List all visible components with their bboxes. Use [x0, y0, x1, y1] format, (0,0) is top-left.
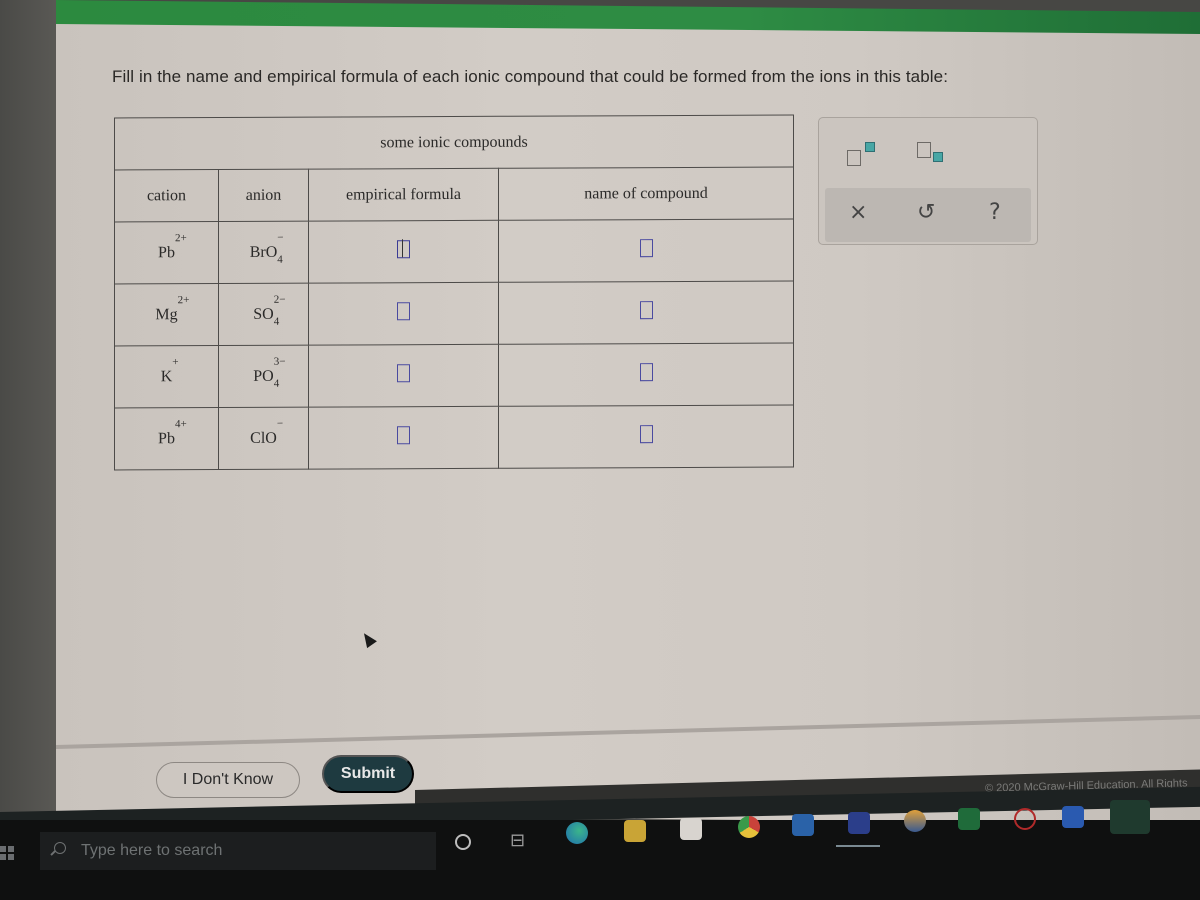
- anion-ion: BrO −4: [249, 231, 284, 266]
- search-icon: [54, 842, 66, 854]
- compound-name-input[interactable]: [639, 301, 653, 320]
- empirical-formula-input[interactable]: [397, 426, 410, 445]
- ionic-compounds-table: some ionic compounds cation anion empiri…: [114, 115, 794, 471]
- anion-cell: BrO −4: [218, 221, 309, 284]
- anion-ion: PO 3− 4: [253, 355, 286, 390]
- empirical-formula-input[interactable]: [397, 302, 410, 321]
- compound-name-cell: [498, 281, 794, 345]
- compound-name-input[interactable]: [639, 425, 653, 444]
- empirical-formula-input[interactable]: [397, 240, 410, 259]
- cation-ion: K +: [160, 355, 179, 385]
- dont-know-button[interactable]: I Don't Know: [156, 762, 300, 798]
- anion-cell: SO 2− 4: [218, 283, 309, 346]
- empirical-formula-cell: [308, 220, 499, 284]
- question-instruction: Fill in the name and empirical formula o…: [112, 67, 949, 86]
- cation-ion: Pb 2+: [158, 231, 187, 261]
- red-app-icon[interactable]: [1014, 808, 1036, 830]
- cortana-icon[interactable]: [455, 834, 471, 850]
- cation-ion: Mg 2+: [155, 293, 190, 323]
- help-icon[interactable]: ?: [989, 200, 1001, 225]
- math-toolbox: × ↺ ?: [818, 117, 1038, 245]
- header-cation: cation: [114, 169, 219, 222]
- clear-icon[interactable]: ×: [849, 200, 867, 225]
- anion-ion: ClO −: [250, 417, 284, 447]
- anion-cell: PO 3− 4: [218, 345, 309, 408]
- subscript-icon: [933, 152, 943, 162]
- subscript-base-icon: [917, 142, 931, 158]
- empirical-formula-cell: [308, 344, 499, 408]
- cation-cell: Pb 2+: [114, 221, 219, 284]
- word-active-indicator: [836, 845, 880, 847]
- superscript-button[interactable]: [845, 140, 879, 168]
- compound-name-input[interactable]: [639, 239, 653, 258]
- taskbar-search-input[interactable]: Type here to search: [81, 842, 222, 860]
- app-icon[interactable]: [904, 810, 926, 832]
- anion-cell: ClO −: [218, 407, 309, 470]
- compound-name-cell: [498, 219, 794, 283]
- header-name-of-compound: name of compound: [498, 167, 794, 221]
- cation-cell: Mg 2+: [114, 283, 219, 346]
- store-icon[interactable]: [680, 818, 702, 840]
- anion-ion: SO 2− 4: [253, 293, 286, 328]
- cation-cell: K +: [114, 345, 219, 408]
- submit-button[interactable]: Submit: [322, 755, 414, 793]
- table-row: K + PO 3− 4: [114, 343, 794, 408]
- table-row: Pb 4+ ClO −: [114, 405, 794, 470]
- superscript-base-icon: [847, 150, 861, 166]
- subscript-button[interactable]: [915, 140, 949, 168]
- screen: Fill in the name and empirical formula o…: [0, 0, 1200, 900]
- compound-name-input[interactable]: [639, 363, 653, 382]
- empirical-formula-cell: [308, 406, 499, 470]
- cation-ion: Pb 4+: [158, 417, 187, 447]
- table-title: some ionic compounds: [114, 115, 794, 170]
- table-row: Pb 2+ BrO −4: [114, 219, 794, 284]
- task-view-icon[interactable]: ⊟: [510, 830, 525, 851]
- superscript-icon: [865, 142, 875, 152]
- word-icon[interactable]: [848, 812, 870, 834]
- chrome-active-icon[interactable]: [1110, 800, 1150, 834]
- screen-edge: [0, 0, 58, 830]
- edge-icon[interactable]: [566, 822, 588, 844]
- excel-icon[interactable]: [958, 808, 980, 830]
- file-explorer-icon[interactable]: [624, 820, 646, 842]
- compound-name-cell: [498, 343, 794, 407]
- calendar-icon[interactable]: [792, 814, 814, 836]
- template-tools: [819, 118, 1037, 184]
- chrome-icon[interactable]: [738, 816, 760, 838]
- empirical-formula-cell: [308, 282, 499, 346]
- empirical-formula-input[interactable]: [397, 364, 410, 383]
- zoom-icon[interactable]: [1062, 806, 1084, 828]
- action-tools: × ↺ ?: [825, 188, 1031, 242]
- table-row: Mg 2+ SO 2− 4: [114, 281, 794, 346]
- compound-name-cell: [498, 405, 794, 469]
- undo-icon[interactable]: ↺: [917, 200, 935, 225]
- header-empirical-formula: empirical formula: [308, 168, 499, 222]
- windows-start-icon[interactable]: [0, 846, 14, 860]
- header-anion: anion: [218, 169, 309, 222]
- cation-cell: Pb 4+: [114, 407, 219, 470]
